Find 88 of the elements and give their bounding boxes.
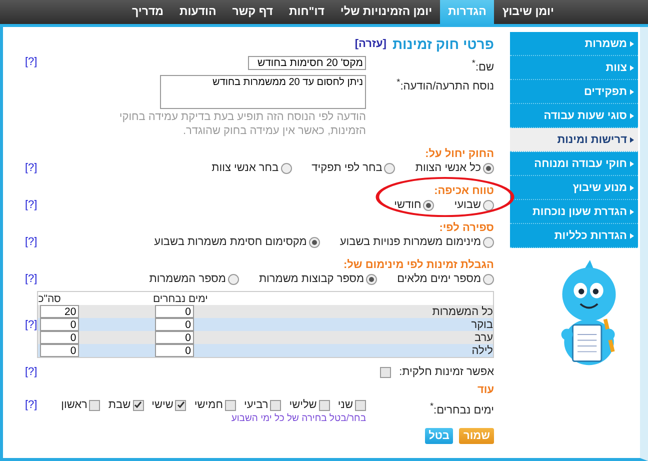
message-textarea[interactable]: ניתן לחסום עד 20 ממשמרות בחודש (160, 74, 366, 109)
nav-tab[interactable]: יומן הזמינויות שלי (332, 0, 440, 24)
help-link[interactable]: [?] (25, 56, 38, 68)
number-input[interactable]: 20 (40, 305, 80, 318)
day-label: חמישי (194, 399, 223, 412)
help-link[interactable]: [?] (25, 199, 38, 212)
help-link[interactable]: [?] (25, 162, 38, 174)
section-title: עוד (476, 383, 494, 398)
column-header: ימים נבחרים (153, 292, 313, 306)
number-input[interactable]: 0 (155, 305, 194, 318)
option-label: שבועי (454, 199, 481, 212)
radio-button[interactable] (483, 236, 494, 248)
radio-button[interactable] (483, 200, 494, 211)
row-label: כל המשמרות (432, 306, 493, 318)
number-input[interactable]: 0 (40, 331, 80, 344)
nav-tab[interactable]: דף קשר (224, 0, 281, 24)
radio-button[interactable] (280, 162, 292, 174)
arrow-icon (630, 88, 634, 94)
name-input[interactable]: מקס' 20 חסימות בחודש (248, 56, 366, 70)
row-label: ערב (474, 332, 493, 344)
radio-button[interactable] (423, 200, 434, 211)
column-header: סה"כ (38, 292, 153, 306)
checkbox[interactable] (318, 400, 330, 411)
arrow-icon (630, 64, 634, 70)
arrow-icon (630, 160, 634, 166)
radio-button[interactable] (308, 236, 320, 248)
option-label: כל אנשי הצוות (415, 162, 481, 174)
arrow-icon (630, 136, 634, 142)
field-label: אפשר זמינות חלקית: (399, 366, 494, 378)
day-label: שבת (108, 399, 131, 412)
day-label: רביעי (244, 399, 268, 412)
checkbox[interactable] (175, 400, 186, 411)
checkbox[interactable] (89, 400, 100, 411)
sidebar-item[interactable]: דרישות ומינות (510, 128, 638, 152)
day-label: שלישי (289, 399, 317, 412)
checkbox[interactable] (224, 400, 236, 411)
option-label: בחר לפי תפקיד (312, 162, 382, 174)
checkbox[interactable] (355, 400, 366, 411)
option-label: מינימום משמרות פנויות בשבוע (340, 236, 481, 248)
help-link[interactable]: [עזרה] (354, 38, 386, 50)
option-label: מספר המשמרות (149, 273, 226, 286)
help-link[interactable]: [?] (25, 399, 38, 412)
row-label: לילה (472, 344, 493, 357)
section-title: החוק יחול על: (424, 147, 494, 162)
option-label: מספר קבוצות משמרות (258, 273, 364, 286)
number-input[interactable]: 0 (40, 318, 80, 332)
arrow-icon (630, 112, 634, 118)
field-label: נוסח התרעה/הודעה:$^{*}$ (396, 76, 494, 92)
day-label: ראשון (61, 399, 88, 412)
arrow-icon (630, 184, 634, 190)
select-all-link[interactable]: בחר/בטל בחירה של כל ימי השבוע (231, 413, 366, 424)
radio-button[interactable] (483, 274, 494, 285)
nav-tab[interactable]: דו"חות (281, 0, 332, 24)
option-label: מספר ימים מלאים (397, 273, 481, 286)
section-title: טווח אכיפה: (433, 184, 494, 198)
hint-text: הודעה לפי הנוסח הזה תופיע בעת בדיקת עמידה בחוקי הזמינות, כאשר אין עמידה בחוק שהוגדר. (118, 110, 366, 138)
help-link[interactable]: [?] (25, 318, 38, 331)
option-label: בחר אנשי צוות (212, 162, 279, 174)
radio-button[interactable] (366, 274, 378, 285)
nav-tab[interactable]: יומן שיבוץ (494, 0, 562, 24)
option-label: מקסימום חסימת משמרות בשבוע (154, 236, 307, 248)
checkbox[interactable] (270, 400, 282, 411)
form-title: פרטי חוק זמינות (392, 36, 494, 52)
section-title: הגבלת זמינות לפי מינימום של: (342, 258, 494, 272)
field-label: ימים נבחרים:$^{*}$ (428, 400, 494, 417)
arrow-icon (630, 208, 634, 214)
day-label: שישי (152, 399, 174, 412)
radio-button[interactable] (483, 162, 494, 174)
number-input[interactable]: 0 (155, 344, 194, 358)
field-label: שם:$^{*}$ (470, 57, 494, 74)
section-title: ספירה לפי: (438, 221, 494, 236)
help-link[interactable]: [?] (25, 273, 38, 286)
checkbox[interactable] (380, 366, 392, 378)
number-input[interactable]: 0 (40, 344, 80, 358)
nav-tab[interactable]: הודעות (172, 0, 224, 24)
checkbox[interactable] (132, 400, 144, 411)
option-label: חודשי (394, 199, 422, 212)
arrow-icon (630, 40, 634, 46)
radio-button[interactable] (228, 274, 239, 285)
radio-button[interactable] (384, 162, 396, 174)
help-link[interactable]: [?] (25, 236, 38, 248)
help-link[interactable]: [?] (25, 366, 38, 378)
nav-tab[interactable]: מדריך (124, 0, 172, 24)
day-label: שני (338, 399, 353, 412)
arrow-icon (630, 232, 634, 238)
row-label: בוקר (471, 318, 493, 331)
number-input[interactable]: 0 (155, 318, 194, 332)
number-input[interactable]: 0 (155, 331, 194, 344)
